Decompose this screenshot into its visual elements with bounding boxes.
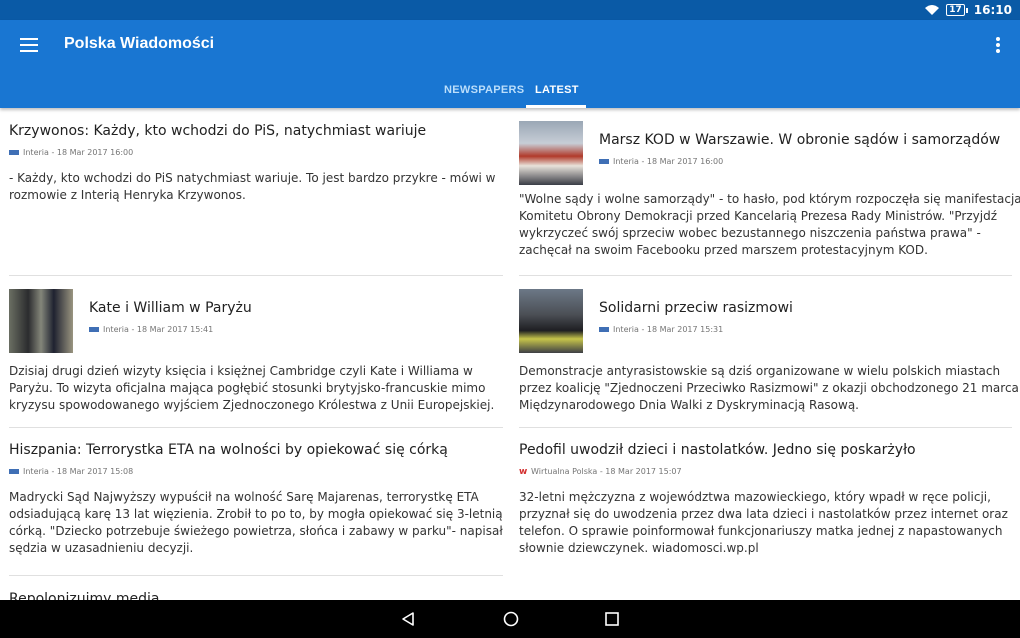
tab-bar: NEWSPAPERS LATEST	[0, 76, 1020, 108]
article-source-date: Wirtualna Polska - 18 Mar 2017 15:07	[531, 467, 682, 476]
divider	[9, 575, 503, 576]
article-title: Hiszpania: Terrorystka ETA na wolności b…	[9, 442, 448, 458]
article-description: 32-letni mężczyzna z województwa mazowie…	[519, 490, 1008, 555]
article-meta: Interia - 18 Mar 2017 15:31	[599, 325, 793, 334]
article-source-date: Interia - 18 Mar 2017 16:00	[23, 148, 134, 157]
tab-latest[interactable]: LATEST	[535, 84, 579, 96]
article-card[interactable]: Hiszpania: Terrorystka ETA na wolności b…	[9, 441, 512, 557]
app-bar: Polska Wiadomości NEWSPAPERS LATEST	[0, 20, 1020, 108]
interia-logo-icon	[599, 159, 609, 164]
article-card[interactable]: Pedofil uwodził dzieci i nastolatków. Je…	[519, 441, 1020, 557]
divider	[9, 427, 503, 428]
article-title: Kate i William w Paryżu	[89, 300, 252, 316]
wifi-icon	[925, 5, 940, 15]
recents-icon[interactable]	[604, 611, 620, 627]
status-bar: 17 16:10	[0, 0, 1020, 20]
article-source-date: Interia - 18 Mar 2017 15:41	[103, 325, 214, 334]
article-description: - Każdy, kto wchodzi do PiS natychmiast …	[9, 171, 496, 202]
article-card[interactable]: Solidarni przeciw rasizmowi Interia - 18…	[519, 289, 1020, 414]
article-meta: Interia - 18 Mar 2017 16:00	[599, 157, 1000, 166]
overflow-menu-icon[interactable]	[996, 37, 1000, 53]
article-description: Demonstracje antyrasistowskie są dziś or…	[519, 364, 1019, 412]
interia-logo-icon	[9, 150, 19, 155]
battery-icon: 17	[946, 4, 968, 16]
article-card[interactable]: Kate i William w Paryżu Interia - 18 Mar…	[9, 289, 512, 414]
article-thumbnail	[519, 121, 583, 185]
article-title: Pedofil uwodził dzieci i nastolatków. Je…	[519, 442, 916, 458]
article-description: "Wolne sądy i wolne samorządy" - to hasł…	[519, 192, 1020, 257]
article-source-date: Interia - 18 Mar 2017 16:00	[613, 157, 724, 166]
interia-logo-icon	[9, 469, 19, 474]
article-title: Marsz KOD w Warszawie. W obronie sądów i…	[599, 132, 1001, 148]
status-icons: 17 16:10	[924, 2, 1012, 18]
article-source-date: Interia - 18 Mar 2017 15:08	[23, 467, 134, 476]
interia-logo-icon	[599, 327, 609, 332]
app-title: Polska Wiadomości	[64, 35, 215, 52]
article-card[interactable]: Krzywonos: Każdy, kto wchodzi do PiS, na…	[9, 122, 512, 204]
home-icon[interactable]	[503, 611, 519, 627]
news-list: Krzywonos: Każdy, kto wchodzi do PiS, na…	[0, 108, 1020, 600]
system-nav-bar	[0, 600, 1020, 638]
article-thumbnail	[9, 289, 73, 353]
article-card[interactable]: Repolonizujmy media	[9, 590, 512, 600]
article-thumbnail	[519, 289, 583, 353]
hamburger-menu-icon[interactable]	[20, 38, 38, 52]
article-meta: w Wirtualna Polska - 18 Mar 2017 15:07	[519, 467, 1020, 476]
divider	[9, 275, 503, 276]
article-title: Krzywonos: Każdy, kto wchodzi do PiS, na…	[9, 123, 427, 139]
active-tab-indicator	[526, 105, 586, 108]
article-meta: Interia - 18 Mar 2017 15:08	[9, 467, 512, 476]
status-time: 16:10	[973, 3, 1012, 17]
article-title: Solidarni przeciw rasizmowi	[599, 300, 793, 316]
article-card[interactable]: Marsz KOD w Warszawie. W obronie sądów i…	[519, 121, 1020, 259]
divider	[519, 275, 1012, 276]
wp-logo-icon: w	[519, 466, 528, 477]
interia-logo-icon	[89, 327, 99, 332]
battery-level: 17	[946, 4, 965, 16]
article-title: Repolonizujmy media	[9, 591, 160, 600]
article-meta: Interia - 18 Mar 2017 16:00	[9, 148, 512, 157]
article-description: Madrycki Sąd Najwyższy wypuścił na wolno…	[9, 490, 503, 555]
article-description: Dzisiaj drugi dzień wizyty księcia i ksi…	[9, 364, 495, 412]
divider	[519, 427, 1012, 428]
back-icon[interactable]	[400, 611, 416, 627]
article-source-date: Interia - 18 Mar 2017 15:31	[613, 325, 724, 334]
tab-newspapers[interactable]: NEWSPAPERS	[444, 84, 524, 96]
article-meta: Interia - 18 Mar 2017 15:41	[89, 325, 252, 334]
